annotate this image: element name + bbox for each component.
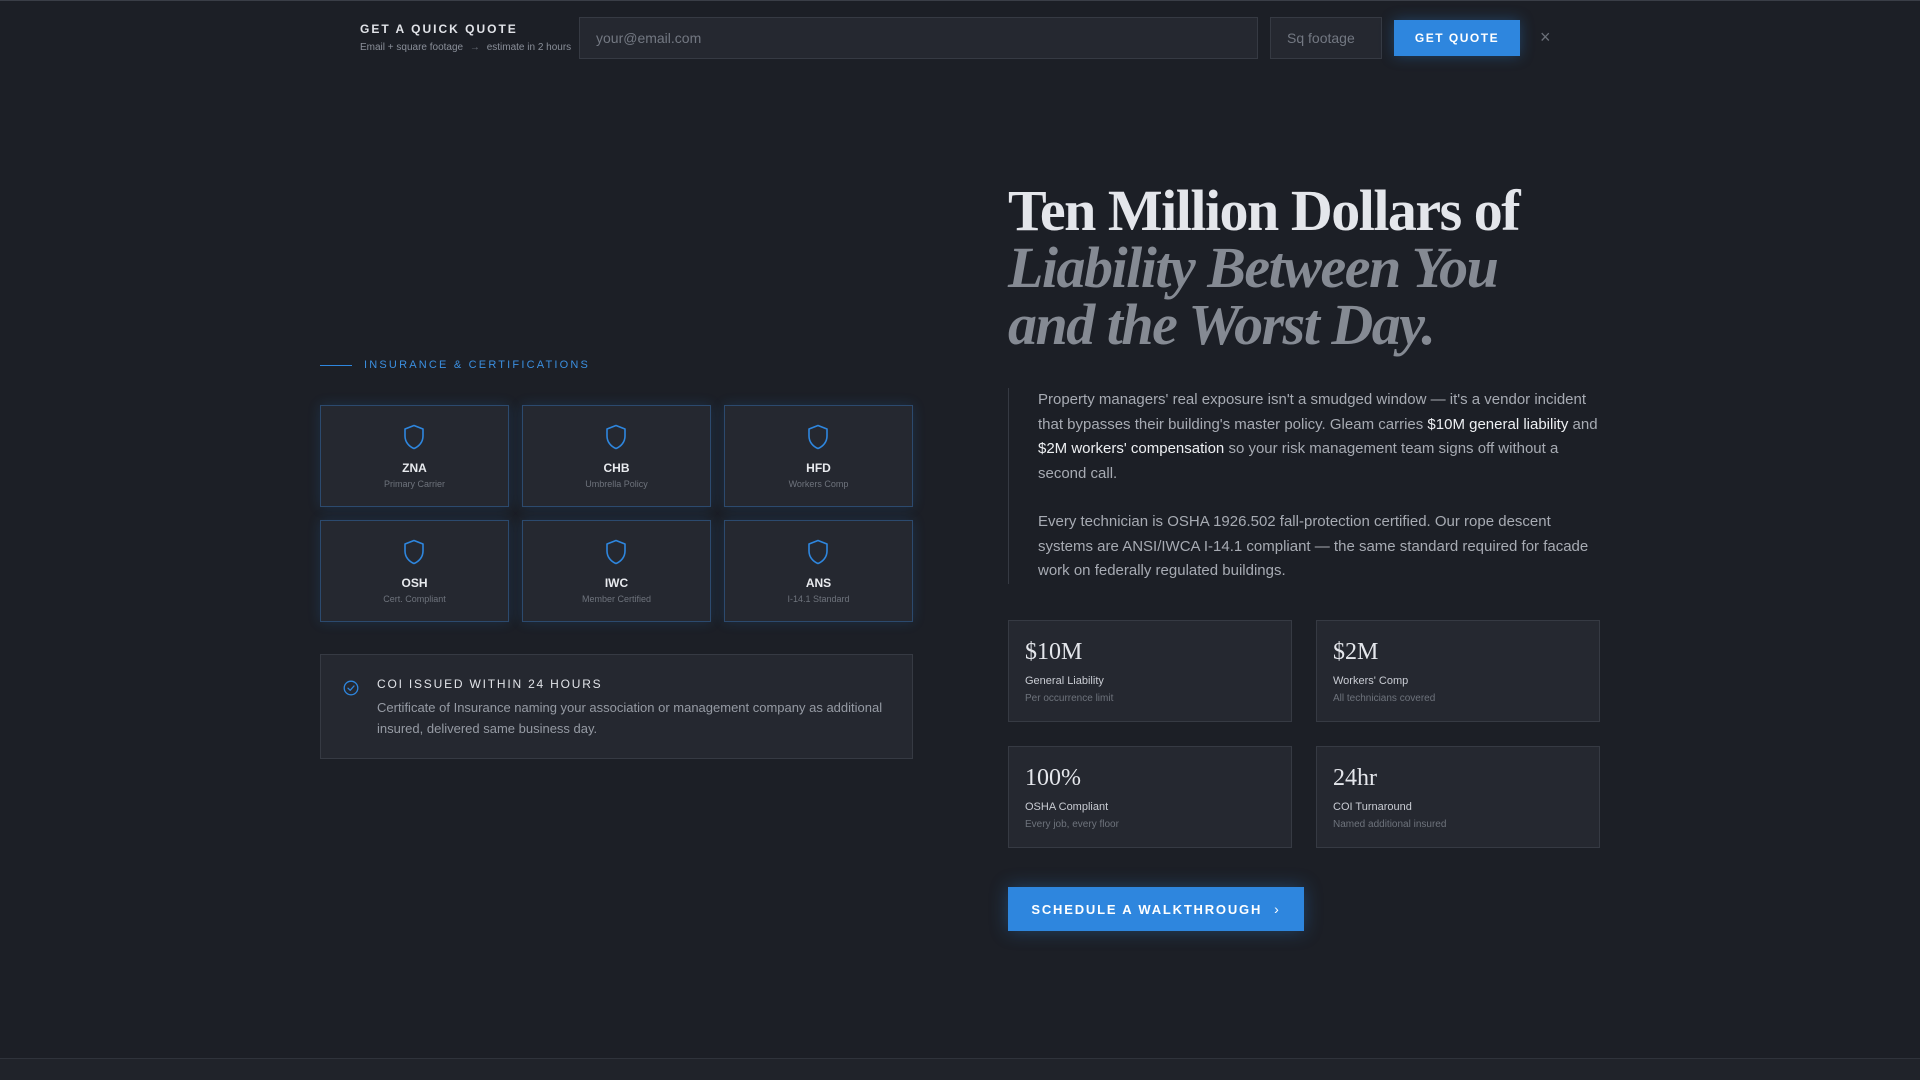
check-circle-icon: [343, 680, 359, 696]
cert-desc: Primary Carrier: [383, 479, 445, 489]
headline-line-3: and the Worst Day.: [1008, 292, 1436, 357]
cert-desc: Cert. Compliant: [383, 594, 446, 604]
cert-desc: Umbrella Policy: [585, 479, 648, 489]
para1-text-b: and: [1568, 415, 1598, 433]
stat-value: $2M: [1333, 639, 1379, 665]
section-label-line: [320, 364, 352, 366]
insurance-section-label: INSURANCE & CERTIFICATIONS: [320, 359, 590, 371]
headline-line-1: Ten Million Dollars of: [1008, 178, 1521, 243]
arrow-right-icon: →: [469, 42, 480, 53]
cert-card-chb: CHB Umbrella Policy: [522, 405, 711, 507]
cert-code: ANS: [805, 576, 832, 590]
coi-title: COI ISSUED WITHIN 24 HOURS: [377, 677, 603, 691]
para1-highlight-workers-comp: $2M workers' compensation: [1038, 440, 1225, 457]
get-quote-button[interactable]: GET QUOTE: [1394, 20, 1520, 56]
stat-sub: Every job, every floor: [1025, 819, 1119, 830]
chevron-right-icon: ›: [1274, 901, 1281, 917]
cert-desc: Member Certified: [581, 594, 652, 604]
quick-quote-bar: GET A QUICK QUOTE Email + square footage…: [0, 0, 1920, 76]
shield-icon: [808, 539, 828, 565]
coi-text: Certificate of Insurance naming your ass…: [377, 700, 883, 736]
cert-code: CHB: [603, 461, 630, 475]
stat-label: OSHA Compliant: [1025, 801, 1109, 813]
stat-sub: Per occurrence limit: [1025, 693, 1114, 704]
certifications-grid: ZNA Primary Carrier CHB Umbrella Policy …: [320, 405, 913, 623]
stat-label: Workers' Comp: [1333, 675, 1409, 687]
cert-card-hfd: HFD Workers Comp: [724, 405, 913, 507]
stat-value: 24hr: [1333, 765, 1377, 791]
close-icon[interactable]: ×: [1540, 26, 1551, 48]
cert-card-ans: ANS I-14.1 Standard: [724, 520, 913, 622]
quick-quote-title: GET A QUICK QUOTE: [360, 22, 518, 36]
email-input[interactable]: [579, 17, 1258, 59]
quick-quote-subtitle-right: estimate in 2 hours: [486, 42, 572, 53]
schedule-walkthrough-button[interactable]: SCHEDULE A WALKTHROUGH ›: [1008, 887, 1304, 931]
stat-card-workers-comp: $2M Workers' Comp All technicians covere…: [1316, 620, 1600, 722]
shield-icon: [606, 424, 626, 450]
hero-paragraph-2: Every technician is OSHA 1926.502 fall-p…: [1038, 513, 1589, 579]
stat-value: 100%: [1025, 765, 1081, 791]
stat-card-general-liability: $10M General Liability Per occurrence li…: [1008, 620, 1292, 722]
coi-notice: COI ISSUED WITHIN 24 HOURS Certificate o…: [320, 654, 913, 759]
cert-card-osh: OSH Cert. Compliant: [320, 520, 509, 622]
shield-icon: [404, 424, 424, 450]
stat-sub: Named additional insured: [1333, 819, 1447, 830]
hero-body-copy: Property managers' real exposure isn't a…: [1008, 388, 1600, 584]
quick-quote-subtitle: Email + square footage → estimate in 2 h…: [360, 42, 571, 53]
stat-value: $10M: [1025, 639, 1083, 665]
hero-headline: Ten Million Dollars of Liability Between…: [1008, 178, 1628, 357]
shield-icon: [606, 539, 626, 565]
schedule-walkthrough-label: SCHEDULE A WALKTHROUGH: [1031, 901, 1263, 917]
sq-footage-input[interactable]: [1270, 17, 1382, 59]
insurance-section-label-text: INSURANCE & CERTIFICATIONS: [364, 359, 591, 371]
stat-sub: All technicians covered: [1333, 693, 1436, 704]
cert-code: HFD: [806, 461, 831, 475]
cert-desc: Workers Comp: [788, 479, 849, 489]
para1-highlight-liability: $10M general liability: [1427, 415, 1569, 433]
cert-card-iwc: IWC Member Certified: [522, 520, 711, 622]
cert-code: ZNA: [402, 461, 427, 475]
cert-code: IWC: [604, 576, 629, 590]
stat-card-coi-turnaround: 24hr COI Turnaround Named additional ins…: [1316, 746, 1600, 848]
shield-icon: [808, 424, 828, 450]
cert-code: OSH: [401, 576, 428, 590]
stat-label: General Liability: [1025, 675, 1104, 687]
shield-icon: [404, 539, 424, 565]
hero-paragraph-1: Property managers' real exposure isn't a…: [1038, 388, 1600, 486]
quick-quote-subtitle-left: Email + square footage: [360, 42, 464, 53]
stat-label: COI Turnaround: [1333, 801, 1412, 813]
cert-desc: I-14.1 Standard: [787, 594, 850, 604]
stat-card-osha: 100% OSHA Compliant Every job, every flo…: [1008, 746, 1292, 848]
headline-line-2: Liability Between You: [1008, 235, 1499, 300]
bottom-strip: [0, 1058, 1920, 1080]
cert-card-zna: ZNA Primary Carrier: [320, 405, 509, 507]
